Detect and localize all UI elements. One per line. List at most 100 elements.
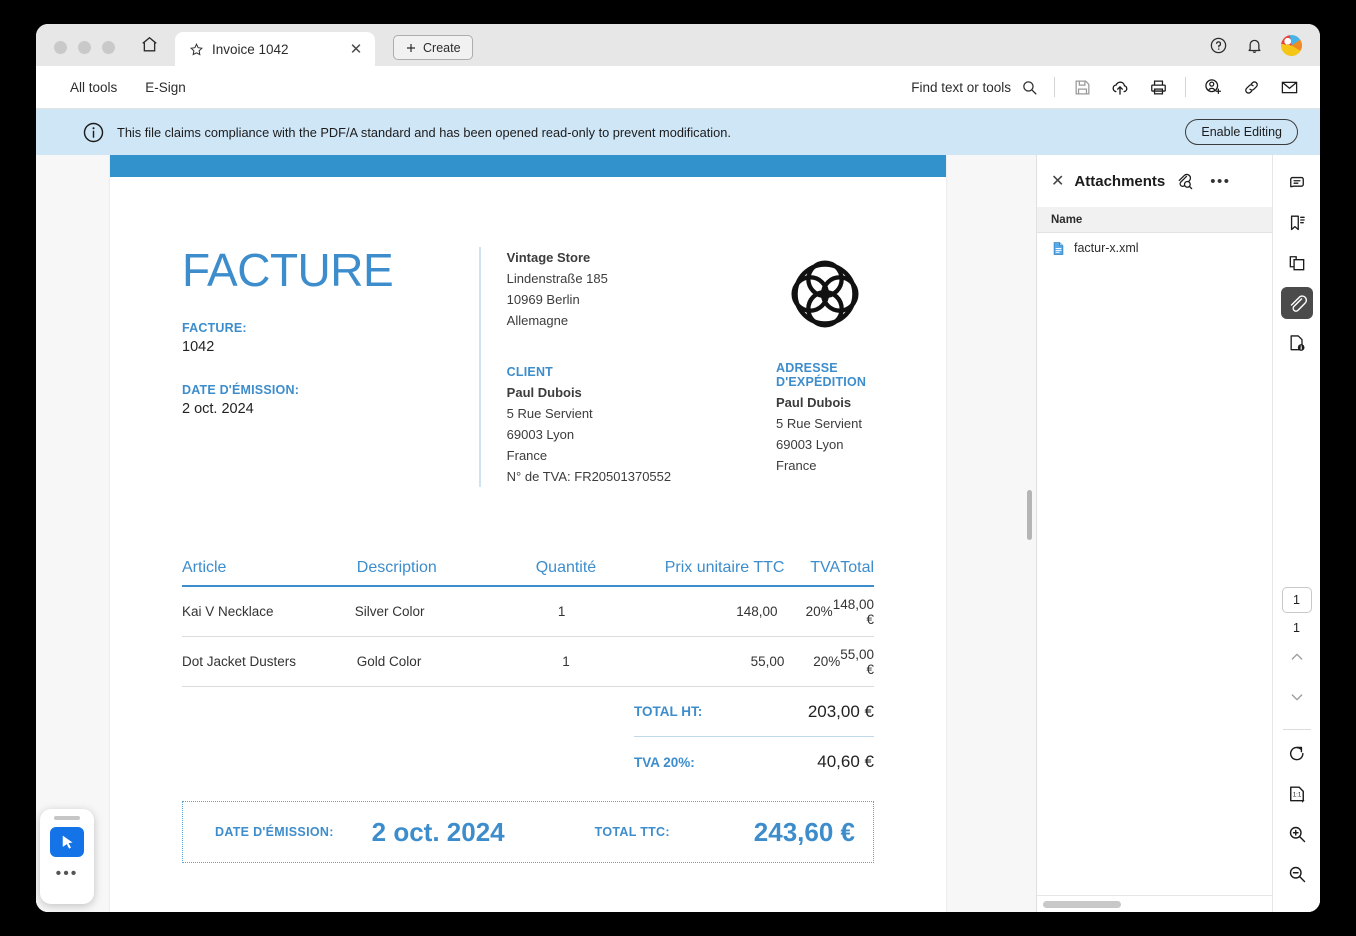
rotate-clockwise-icon — [1289, 746, 1304, 761]
search-attachments-button[interactable] — [1175, 172, 1194, 191]
seller-country: Allemagne — [506, 313, 569, 329]
table-row: Kai V Necklace Silver Color 1 148,00 20%… — [182, 587, 874, 638]
close-window-button[interactable] — [54, 41, 67, 54]
header-unit-price: Prix unitaire TTC — [664, 559, 785, 577]
email-button[interactable] — [1278, 76, 1300, 98]
title-bar: Invoice 1042 ✕ Create — [36, 24, 1320, 66]
attachments-empty-space — [1037, 263, 1272, 895]
home-button[interactable] — [135, 30, 163, 58]
zoom-in-icon — [1289, 826, 1305, 843]
cell-description: Gold Color — [356, 654, 422, 670]
total-ht-value: 203,00 € — [807, 701, 874, 721]
total-tva-value: 40,60 € — [817, 752, 874, 772]
bookmarks-panel-button[interactable] — [1281, 207, 1313, 239]
plus-icon — [407, 43, 415, 52]
attachments-title: Attachments — [1074, 172, 1166, 190]
cell-total: 55,00 € — [840, 646, 875, 677]
selection-tool-button[interactable] — [50, 827, 84, 857]
floating-tool-palette: ••• — [40, 809, 94, 904]
star-icon[interactable] — [189, 42, 204, 57]
seller-city: 10969 Berlin — [506, 292, 580, 308]
attachments-header: ✕ Attachments ••• — [1037, 155, 1272, 207]
notifications-bell-icon[interactable] — [1245, 36, 1264, 55]
shipping-country: France — [776, 458, 817, 474]
comments-panel-button[interactable] — [1281, 167, 1313, 199]
header-quantity: Quantité — [535, 559, 597, 577]
invoice-title: FACTURE — [182, 244, 394, 296]
page-thumbnails-button[interactable] — [1281, 247, 1313, 279]
toolbar-left: All tools E-Sign — [36, 80, 186, 95]
document-tab[interactable]: Invoice 1042 ✕ — [175, 32, 375, 66]
zoom-in-button[interactable] — [1281, 818, 1313, 850]
enable-editing-button[interactable]: Enable Editing — [1185, 119, 1298, 145]
paperclip-icon — [1290, 295, 1307, 312]
add-person-icon — [1205, 79, 1222, 94]
rotate-page-button[interactable] — [1281, 738, 1313, 770]
current-page-input[interactable]: 1 — [1281, 587, 1312, 613]
esign-button[interactable]: E-Sign — [145, 80, 186, 95]
main-toolbar: All tools E-Sign Find text or tools — [36, 66, 1320, 109]
seller-name: Vintage Store — [506, 250, 591, 265]
total-tva-row: TVA 20%: 40,60 € — [634, 737, 874, 787]
document-properties-button[interactable] — [1281, 327, 1313, 359]
next-page-button[interactable] — [1281, 681, 1313, 713]
create-button[interactable]: Create — [393, 35, 473, 60]
printer-icon — [1150, 80, 1166, 94]
attachments-column-header: Name — [1037, 207, 1272, 233]
total-ht-label: TOTAL HT: — [634, 704, 703, 720]
attachment-list-item[interactable]: factur-x.xml — [1037, 233, 1272, 263]
viewer-vertical-scrollbar[interactable] — [1027, 490, 1032, 540]
maximize-window-button[interactable] — [102, 41, 115, 54]
search-icon — [1023, 80, 1037, 95]
cloud-upload-icon — [1112, 81, 1128, 95]
invoice-date-label: DATE D'ÉMISSION: — [182, 383, 300, 397]
link-icon — [1244, 80, 1258, 94]
comment-icon — [1289, 176, 1304, 188]
client-vat-number: N° de TVA: FR20501370552 — [506, 469, 672, 485]
help-icon[interactable] — [1209, 36, 1228, 55]
previous-page-button[interactable] — [1281, 641, 1313, 673]
print-button[interactable] — [1147, 76, 1169, 98]
cell-total: 148,00 € — [832, 596, 874, 627]
scrollbar-thumb[interactable] — [1043, 900, 1121, 908]
palette-more-button[interactable]: ••• — [56, 866, 79, 882]
chevron-up-icon — [1291, 653, 1302, 660]
find-label: Find text or tools — [911, 79, 1011, 95]
upload-to-cloud-button[interactable] — [1109, 76, 1131, 98]
toolbar-divider — [1054, 77, 1055, 97]
document-viewer[interactable]: FACTURE FACTURE: 1042 DATE D'ÉMISSION: 2… — [36, 155, 1036, 912]
user-avatar[interactable] — [1281, 35, 1302, 56]
all-tools-button[interactable]: All tools — [70, 80, 117, 95]
client-name: Paul Dubois — [506, 385, 582, 401]
seller-and-client: Vintage Store Lindenstraße 185 10969 Ber… — [478, 247, 746, 488]
cell-article: Dot Jacket Dusters — [182, 654, 297, 670]
attachments-panel-button[interactable] — [1280, 287, 1313, 319]
zoom-out-button[interactable] — [1281, 858, 1313, 890]
attachments-horizontal-scrollbar[interactable] — [1037, 895, 1272, 912]
close-tab-button[interactable]: ✕ — [347, 40, 365, 58]
svg-text:1:1: 1:1 — [1292, 792, 1301, 799]
cell-unit-price: 148,00 — [736, 604, 778, 620]
attachments-options-button[interactable]: ••• — [1210, 173, 1230, 190]
titlebar-actions — [1209, 35, 1320, 66]
palette-drag-handle[interactable] — [54, 816, 80, 820]
minimize-window-button[interactable] — [78, 41, 91, 54]
header-total: Total — [840, 559, 875, 577]
header-tva: TVA — [810, 559, 841, 577]
total-tva-label: TVA 20%: — [634, 754, 695, 770]
client-city: 69003 Lyon — [506, 427, 575, 443]
fit-page-button[interactable]: 1:1 — [1281, 778, 1313, 810]
close-panel-button[interactable]: ✕ — [1051, 171, 1064, 191]
seller-address: Vintage Store Lindenstraße 185 10969 Ber… — [507, 247, 746, 331]
find-tools-search[interactable]: Find text or tools — [911, 79, 1038, 96]
share-add-person-button[interactable] — [1202, 76, 1224, 98]
shipping-street: 5 Rue Servient — [776, 416, 862, 432]
copy-link-button[interactable] — [1240, 76, 1262, 98]
shipping-label: ADRESSE D'EXPÉDITION — [776, 361, 867, 389]
zoom-out-icon — [1289, 866, 1305, 883]
header-description: Description — [356, 559, 437, 577]
save-floppy-icon — [1075, 80, 1089, 94]
create-label: Create — [423, 40, 461, 55]
window-controls — [36, 41, 115, 66]
save-button[interactable] — [1071, 76, 1093, 98]
